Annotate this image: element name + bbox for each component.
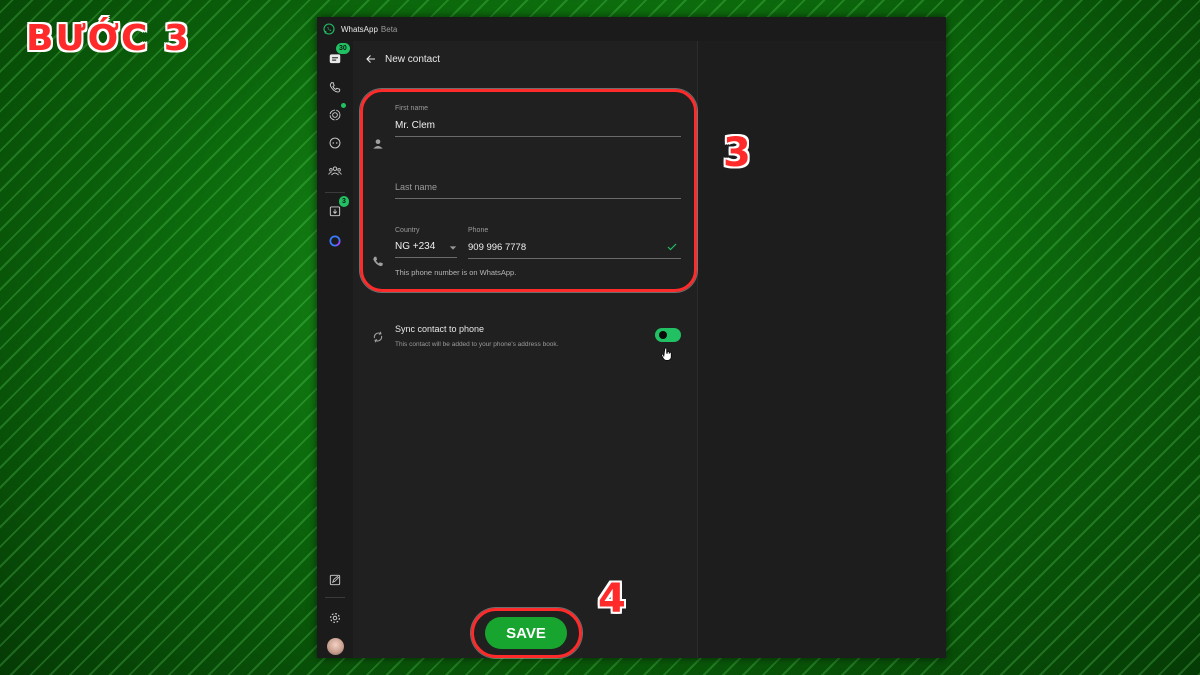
save-button[interactable]: SAVE [485, 617, 567, 649]
step-marker-4: 4 [598, 576, 626, 622]
app-suffix: Beta [380, 24, 398, 34]
rail-channels[interactable] [325, 133, 345, 153]
panel-header: New contact [365, 53, 440, 65]
archive-icon [329, 206, 341, 217]
chats-badge: 30 [336, 43, 350, 54]
rail-archived[interactable]: 3 [325, 196, 349, 221]
hand-cursor-icon [661, 347, 672, 361]
archive-badge: 3 [339, 196, 349, 207]
rail-calls[interactable] [325, 78, 345, 98]
sync-subtitle: This contact will be added to your phone… [395, 341, 559, 348]
rail-chats[interactable]: 30 [325, 43, 350, 69]
app-name: WhatsApp [341, 24, 378, 34]
gear-icon [330, 613, 340, 623]
edit-icon [329, 574, 341, 586]
communities-icon [328, 166, 342, 176]
rail-profile[interactable] [325, 636, 345, 656]
rail-status[interactable] [325, 103, 346, 125]
step-marker-3: 3 [723, 130, 751, 176]
status-dot [341, 103, 346, 108]
sync-icon [373, 331, 383, 343]
avatar [326, 637, 344, 655]
toggle-knob [659, 331, 667, 339]
whatsapp-logo-icon [323, 23, 335, 35]
channels-icon [329, 137, 341, 149]
back-arrow-icon[interactable] [365, 53, 377, 65]
rail-meta-ai[interactable] [325, 231, 345, 251]
phone-icon [329, 82, 341, 93]
title-bar: WhatsApp Beta [317, 17, 946, 41]
side-rail: 30 3 [317, 41, 353, 658]
form-highlight [360, 89, 697, 292]
rail-starred[interactable] [325, 570, 345, 590]
page-title: New contact [385, 53, 441, 65]
rail-settings[interactable] [325, 608, 345, 628]
status-icon [329, 109, 341, 121]
rail-divider-bottom [325, 597, 345, 598]
chats-icon [329, 54, 341, 64]
sync-icon-wrap [371, 330, 385, 344]
step-title: BƯỚC 3 [26, 18, 191, 59]
rail-communities[interactable] [325, 161, 345, 181]
sync-title: Sync contact to phone [395, 324, 485, 334]
meta-ai-icon [329, 235, 341, 247]
sync-toggle[interactable] [655, 328, 681, 342]
rail-divider [325, 192, 345, 193]
